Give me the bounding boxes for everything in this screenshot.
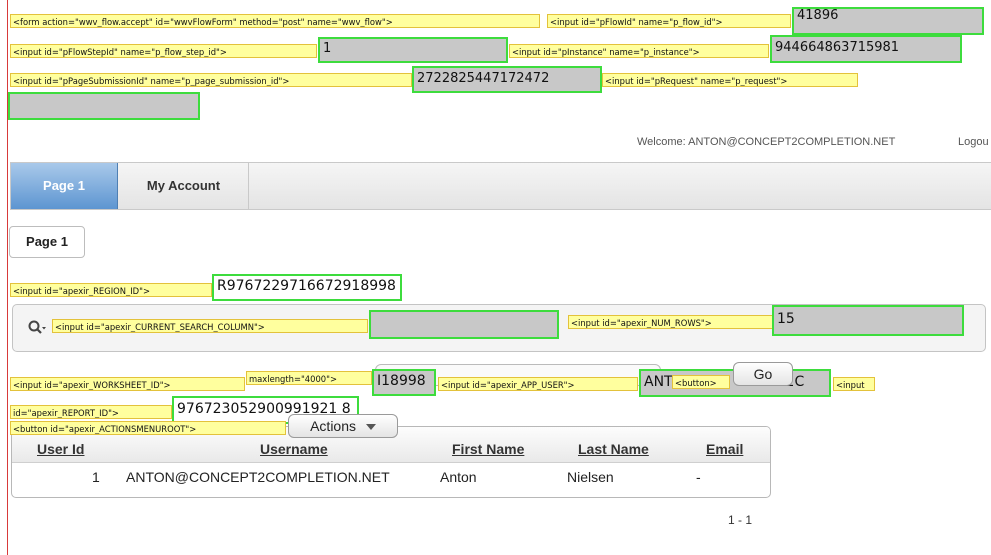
cell-user-id: 1 bbox=[92, 469, 100, 485]
num-rows-debug-tag: <input id="apexir_NUM_ROWS"> bbox=[568, 315, 773, 329]
instance-debug-tag: <input id="pInstance" name="p_instance"> bbox=[509, 44, 769, 58]
region-id-debug-tag: <input id="apexir_REGION_ID"> bbox=[10, 283, 212, 297]
flow-step-id-debug-tag: <input id="pFlowStepId" name="p_flow_ste… bbox=[10, 44, 317, 58]
app-user-value: ANT bbox=[644, 374, 673, 390]
flow-id-debug-tag: <input id="pFlowId" name="p_flow_id"> bbox=[547, 14, 791, 28]
tab-my-account[interactable]: My Account bbox=[119, 163, 249, 209]
go-button[interactable]: Go bbox=[733, 362, 793, 386]
input-partial-debug-tag: <input bbox=[833, 377, 875, 391]
actions-menu-debug-tag: <button id="apexir_ACTIONSMENUROOT"> bbox=[10, 421, 286, 435]
column-header-username[interactable]: Username bbox=[260, 441, 328, 457]
actions-menu-button[interactable]: Actions bbox=[288, 414, 398, 438]
breadcrumb[interactable]: Page 1 bbox=[9, 226, 85, 258]
column-header-last-name[interactable]: Last Name bbox=[578, 441, 649, 457]
tab-page-1[interactable]: Page 1 bbox=[11, 163, 118, 209]
search-column-menu-icon[interactable] bbox=[27, 318, 47, 338]
instance-field[interactable]: 944664863715981 bbox=[770, 35, 962, 63]
cell-username: ANTON@CONCEPT2COMPLETION.NET bbox=[126, 469, 390, 485]
maxlength-debug-tag: maxlength="4000"> bbox=[246, 371, 372, 385]
column-header-first-name[interactable]: First Name bbox=[452, 441, 524, 457]
cell-last-name: Nielsen bbox=[567, 469, 614, 485]
flow-id-field[interactable]: 41896 bbox=[792, 7, 984, 35]
worksheet-id-field[interactable]: I18998 bbox=[372, 369, 436, 396]
flow-step-id-field[interactable]: 1 bbox=[318, 37, 508, 63]
tab-bar: Page 1 My Account bbox=[10, 162, 991, 210]
column-header-user-id[interactable]: User Id bbox=[37, 441, 84, 457]
cell-first-name: Anton bbox=[440, 469, 477, 485]
request-debug-tag: <input id="pRequest" name="p_request"> bbox=[602, 73, 858, 87]
welcome-text: Welcome: ANTON@CONCEPT2COMPLETION.NET bbox=[637, 136, 896, 148]
logout-link[interactable]: Logou bbox=[958, 136, 989, 148]
actions-button-label: Actions bbox=[310, 418, 357, 434]
pagination-text: 1 - 1 bbox=[728, 513, 753, 527]
page-left-border bbox=[7, 0, 8, 555]
chevron-down-icon bbox=[365, 424, 376, 431]
region-id-field[interactable]: R9767229716672918998 bbox=[212, 274, 402, 301]
num-rows-field[interactable]: 15 bbox=[772, 305, 964, 336]
current-search-column-debug-tag: <input id="apexir_CURRENT_SEARCH_COLUMN"… bbox=[52, 319, 368, 333]
app-user-debug-tag: <input id="apexir_APP_USER"> bbox=[438, 377, 638, 391]
page-submission-id-debug-tag: <input id="pPageSubmissionId" name="p_pa… bbox=[10, 73, 412, 87]
button-debug-tag: <button> bbox=[672, 375, 730, 389]
page-submission-id-field[interactable]: 2722825447172472 bbox=[412, 66, 602, 93]
column-header-email[interactable]: Email bbox=[706, 441, 743, 457]
current-search-column-field[interactable] bbox=[369, 310, 559, 339]
form-debug-tag: <form action="wwv_flow.accept" id="wwvFl… bbox=[10, 14, 540, 28]
report-id-debug-tag: id="apexir_REPORT_ID"> bbox=[10, 405, 172, 419]
request-field[interactable] bbox=[8, 92, 200, 120]
cell-email: - bbox=[696, 469, 701, 485]
worksheet-id-debug-tag: <input id="apexir_WORKSHEET_ID"> bbox=[10, 377, 245, 391]
